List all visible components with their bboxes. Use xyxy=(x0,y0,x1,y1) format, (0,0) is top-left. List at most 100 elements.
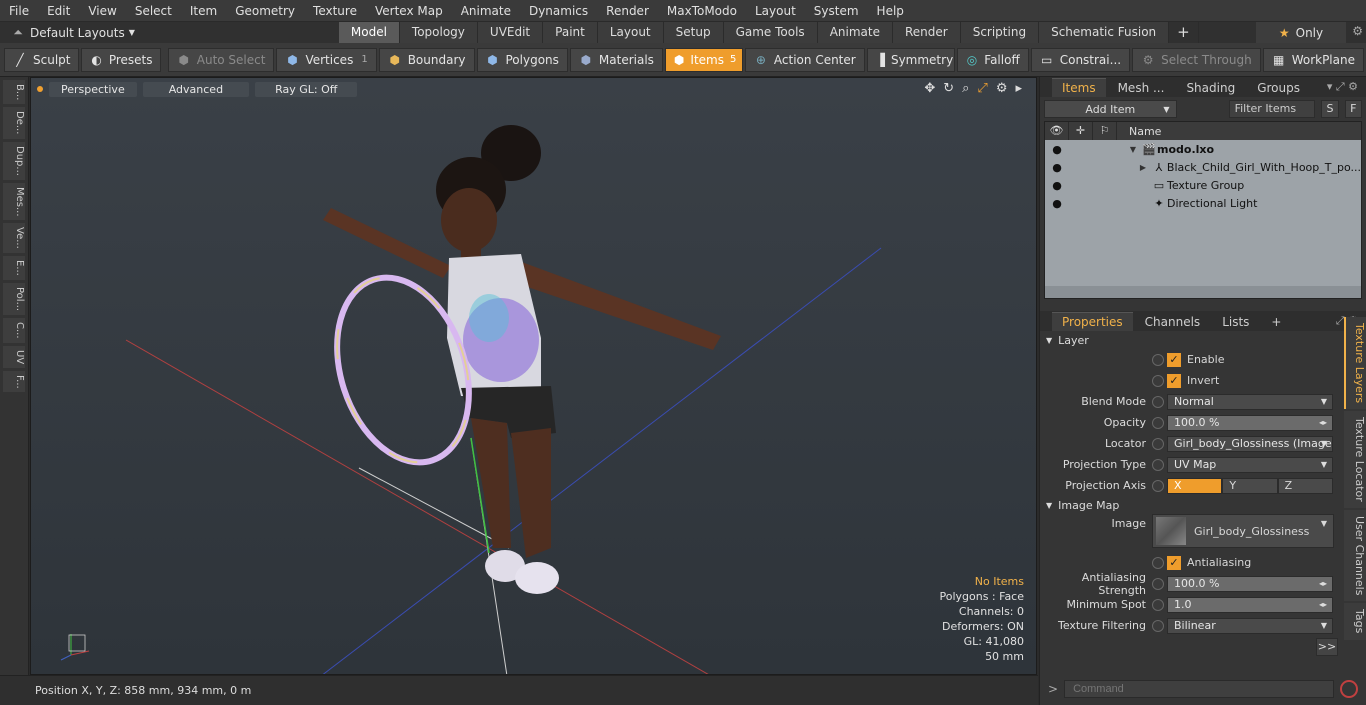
axis-z-button[interactable]: Z xyxy=(1277,477,1333,494)
symmetry-button[interactable]: ▐ Symmetry xyxy=(866,47,955,72)
tab-model[interactable]: Model xyxy=(338,22,400,43)
auto-select-button[interactable]: ⬢ Auto Select xyxy=(167,47,275,72)
anim-dot[interactable] xyxy=(1152,374,1164,387)
eye-icon[interactable]: ● xyxy=(1045,161,1069,174)
tab-paint[interactable]: Paint xyxy=(543,22,598,43)
rotate-icon[interactable]: ↻ xyxy=(943,81,954,96)
tab-schematic-fusion[interactable]: Schematic Fusion xyxy=(1039,22,1170,43)
tex-filter-select[interactable]: Bilinear ▼ xyxy=(1167,617,1333,634)
tab-animate[interactable]: Animate xyxy=(817,22,893,43)
layout-selector[interactable]: ⏶ Default Layouts ▼ xyxy=(0,22,141,43)
tab-mesh[interactable]: Mesh ... xyxy=(1108,79,1175,97)
search-icon[interactable]: ⌕ xyxy=(962,81,969,96)
menu-texture[interactable]: Texture xyxy=(304,0,366,22)
eye-icon[interactable]: ● xyxy=(1045,143,1069,156)
strip-tab-mesh[interactable]: Mes... xyxy=(3,182,25,221)
list-item[interactable]: ● ▶ ⅄ Black_Child_Girl_With_Hoop_T_po... xyxy=(1045,158,1361,176)
constraints-button[interactable]: ▭ Constrai... xyxy=(1030,47,1131,72)
axis-y-button[interactable]: Y xyxy=(1222,477,1278,494)
visibility-column-icon[interactable]: 👁 xyxy=(1045,122,1069,140)
anim-dot[interactable] xyxy=(1152,619,1164,632)
strip-tab-curve[interactable]: C... xyxy=(3,317,25,343)
tab-properties[interactable]: Properties xyxy=(1052,312,1133,331)
3d-viewport[interactable]: Perspective Advanced Ray GL: Off ✥ ↻ ⌕ ⤢… xyxy=(30,77,1037,675)
tab-user-channels[interactable]: User Channels xyxy=(1344,509,1366,602)
layout-up-icon[interactable]: ⏶ xyxy=(6,25,30,40)
eye-icon[interactable]: ● xyxy=(1045,179,1069,192)
sculpt-button[interactable]: ╱ Sculpt xyxy=(4,47,80,72)
menu-view[interactable]: View xyxy=(79,0,125,22)
strip-tab-deform[interactable]: De... xyxy=(3,107,25,139)
anim-dot[interactable] xyxy=(1152,437,1164,450)
strip-tab-polygon[interactable]: Pol... xyxy=(3,282,25,315)
list-item[interactable]: ● ✦ Directional Light xyxy=(1045,194,1361,212)
slider-arrows-icon[interactable]: ◂▸ xyxy=(1319,579,1327,588)
falloff-button[interactable]: ◎ Falloff xyxy=(956,47,1029,72)
tab-layout[interactable]: Layout xyxy=(597,22,664,43)
name-column-header[interactable]: Name xyxy=(1117,125,1161,138)
slider-arrows-icon[interactable]: ◂▸ xyxy=(1319,418,1327,427)
add-item-button[interactable]: Add Item ▼ xyxy=(1044,100,1177,118)
type-column-icon[interactable]: ⚐ xyxy=(1093,122,1117,140)
strip-tab-duplicate[interactable]: Dup... xyxy=(3,141,25,180)
list-item[interactable]: ● ▼ 🎬 modo.lxo xyxy=(1045,140,1361,158)
menu-select[interactable]: Select xyxy=(126,0,181,22)
menu-animate[interactable]: Animate xyxy=(452,0,520,22)
anim-dot[interactable] xyxy=(1152,458,1164,471)
menu-system[interactable]: System xyxy=(805,0,868,22)
tab-setup[interactable]: Setup xyxy=(663,22,724,43)
anim-dot[interactable] xyxy=(1152,577,1164,590)
tab-shading[interactable]: Shading xyxy=(1176,79,1245,97)
more-button[interactable]: >> xyxy=(1316,637,1338,656)
tab-topology[interactable]: Topology xyxy=(399,22,478,43)
list-item[interactable]: ● ▭ Texture Group xyxy=(1045,176,1361,194)
gear-icon[interactable]: ⚙ xyxy=(1352,24,1363,38)
min-spot-field[interactable]: 1.0 ◂▸ xyxy=(1167,596,1333,613)
only-toggle[interactable]: ★ Only xyxy=(1256,22,1346,43)
menu-file[interactable]: File xyxy=(0,0,38,22)
image-map-section[interactable]: ▼ Image Map xyxy=(1040,496,1340,514)
anim-dot[interactable] xyxy=(1152,416,1164,429)
filter-items-input[interactable]: Filter Items xyxy=(1228,100,1316,118)
tab-lists[interactable]: Lists xyxy=(1212,313,1259,331)
perspective-button[interactable]: Perspective xyxy=(49,81,137,97)
anim-dot[interactable] xyxy=(1152,598,1164,611)
tab-uvedit[interactable]: UVEdit xyxy=(477,22,544,43)
enable-checkbox[interactable]: ✓ xyxy=(1167,352,1181,367)
layer-section[interactable]: ▼ Layer xyxy=(1040,331,1340,349)
boundary-button[interactable]: ⬢ Boundary xyxy=(378,47,475,72)
viewport-menu-icon[interactable] xyxy=(37,86,43,92)
menu-maxtomodo[interactable]: MaxToModo xyxy=(658,0,746,22)
anim-dot[interactable] xyxy=(1152,479,1164,492)
anim-dot[interactable] xyxy=(1152,556,1164,569)
presets-button[interactable]: ◐ Presets xyxy=(81,47,162,72)
horizontal-scrollbar[interactable] xyxy=(1045,286,1361,298)
aa-strength-field[interactable]: 100.0 % ◂▸ xyxy=(1167,575,1333,592)
anim-dot[interactable] xyxy=(1152,353,1164,366)
tab-channels[interactable]: Channels xyxy=(1135,313,1211,331)
items-button[interactable]: ⬢ Items 5 xyxy=(664,47,743,72)
workplane-button[interactable]: ▦ WorkPlane xyxy=(1262,47,1364,72)
strip-tab-vertex[interactable]: Ve... xyxy=(3,223,25,254)
scene-canvas[interactable] xyxy=(31,78,1037,675)
materials-button[interactable]: ⬢ Materials xyxy=(569,47,663,72)
command-input[interactable] xyxy=(1064,680,1335,698)
menu-vertex-map[interactable]: Vertex Map xyxy=(366,0,452,22)
lock-column-icon[interactable]: ✛ xyxy=(1069,122,1093,140)
blend-mode-select[interactable]: Normal ▼ xyxy=(1167,393,1333,410)
strip-tab-basic[interactable]: B... xyxy=(3,80,25,105)
tab-render[interactable]: Render xyxy=(892,22,961,43)
record-icon[interactable] xyxy=(1340,680,1358,698)
menu-edit[interactable]: Edit xyxy=(38,0,79,22)
anim-dot[interactable] xyxy=(1152,395,1164,408)
polygons-button[interactable]: ⬢ Polygons xyxy=(476,47,568,72)
tab-texture-layers[interactable]: Texture Layers xyxy=(1344,317,1366,410)
move-icon[interactable]: ✥ xyxy=(924,81,935,96)
locator-select[interactable]: Girl_body_Glossiness (Image) ( ...▼ xyxy=(1167,435,1333,452)
add-tab-icon[interactable]: + xyxy=(1261,313,1291,331)
expand-arrow-icon[interactable]: ▼ xyxy=(1125,145,1141,154)
vertices-button[interactable]: ⬢ Vertices 1 xyxy=(276,47,377,72)
advanced-button[interactable]: Advanced xyxy=(142,81,250,97)
menu-layout[interactable]: Layout xyxy=(746,0,805,22)
gear-icon[interactable]: ⚙ xyxy=(996,81,1008,96)
